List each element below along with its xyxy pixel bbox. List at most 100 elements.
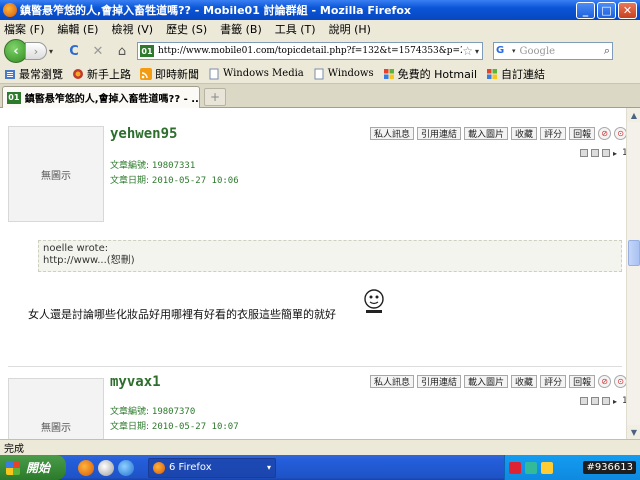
firefox-quicklaunch-icon[interactable] <box>78 459 94 476</box>
firefox-icon <box>153 461 165 474</box>
quote-link-button[interactable]: 引用連結 <box>417 127 462 140</box>
meta-value: 2010-05-27 10:06 <box>151 176 239 186</box>
minimize-button[interactable]: _ <box>576 1 595 19</box>
scroll-thumb[interactable] <box>628 240 640 266</box>
status-bar: 完成 <box>0 439 640 455</box>
bookmarks-toolbar: 最常瀏覽 新手上路 即時新聞 Windows Media Windows 免費的… <box>0 64 640 84</box>
scroll-down-icon[interactable]: ▼ <box>627 425 640 439</box>
url-dropdown-icon[interactable]: ▾ <box>475 47 479 56</box>
arrow-right-icon: ▸ <box>613 148 618 158</box>
site-favicon-icon: 01 <box>140 45 154 57</box>
tab-label: 鎮暋悬笮悠的人,會掉入畜牲道嗎?? - ... <box>24 94 199 105</box>
firefox-icon <box>3 3 17 17</box>
post-action-bar: 私人訊息 引用連結 載入圖片 收藏 評分 回報 ⊘ ⊙ <box>370 127 626 140</box>
network-tray-icon[interactable] <box>525 461 537 474</box>
search-engine-dropdown-icon[interactable]: ▾ <box>512 47 516 55</box>
menu-tools[interactable]: 工具 (T) <box>275 21 316 37</box>
report-button[interactable]: 回報 <box>569 127 596 140</box>
quote-link-button[interactable]: 引用連結 <box>417 375 462 388</box>
reload-icon[interactable]: C <box>65 42 83 60</box>
meta-label: 文章日期: <box>110 422 150 432</box>
private-message-button[interactable]: 私人訊息 <box>370 127 415 140</box>
mini-square-icon[interactable] <box>602 149 610 157</box>
security-tray-icon[interactable] <box>509 461 521 474</box>
stop-icon[interactable]: ✕ <box>89 42 107 60</box>
rss-icon <box>140 67 152 80</box>
block-icon[interactable]: ⊘ <box>598 127 612 140</box>
menu-bookmarks[interactable]: 書籤 (B) <box>220 21 262 37</box>
window-controls: _ □ ✕ <box>576 1 637 19</box>
page-icon <box>314 68 324 79</box>
mini-square-icon[interactable] <box>580 149 588 157</box>
post-username[interactable]: myvax1 <box>110 374 161 390</box>
start-button[interactable]: 開始 <box>0 455 66 480</box>
close-button[interactable]: ✕ <box>618 1 637 19</box>
load-images-button[interactable]: 載入圖片 <box>464 375 509 388</box>
menu-edit[interactable]: 編輯 (E) <box>57 21 98 37</box>
meta-label: 文章日期: <box>110 176 150 186</box>
meta-label: 文章編號: <box>110 407 150 417</box>
post-date: 文章日期: 2010-05-27 10:06 <box>110 173 239 186</box>
new-tab-button[interactable]: + <box>204 88 226 106</box>
menu-file[interactable]: 檔案 (F) <box>4 21 44 37</box>
tab-bar: 01 鎮暋悬笮悠的人,會掉入畜牲道嗎?? - ... + <box>0 84 640 108</box>
search-placeholder[interactable]: Google <box>520 46 604 57</box>
home-icon[interactable]: ⌂ <box>113 42 131 60</box>
taskbar-firefox-group[interactable]: 6 Firefox ▾ <box>148 457 276 478</box>
url-text[interactable]: http://www.mobile01.com/topicdetail.php?… <box>158 46 462 56</box>
tab-active[interactable]: 01 鎮暋悬笮悠的人,會掉入畜牲道嗎?? - ... <box>2 86 200 108</box>
post-article-number: 文章編號: 19807331 <box>110 158 195 171</box>
favorite-button[interactable]: 收藏 <box>511 375 538 388</box>
favorite-button[interactable]: 收藏 <box>511 127 538 140</box>
mini-square-icon[interactable] <box>580 397 588 405</box>
search-box[interactable]: G ▾ Google ⌕ <box>493 42 613 60</box>
post-username[interactable]: yehwen95 <box>110 126 177 142</box>
bookmark-windows-media[interactable]: Windows Media <box>208 68 304 80</box>
vertical-scrollbar[interactable]: ▲ ▼ <box>626 108 640 439</box>
quote-block: noelle wrote: http://www...(恕刪) <box>38 240 622 272</box>
forward-button[interactable]: › <box>25 42 47 60</box>
bookmark-windows[interactable]: Windows <box>313 68 374 80</box>
bookmark-latest-headlines[interactable]: 即時新聞 <box>140 66 199 82</box>
private-message-button[interactable]: 私人訊息 <box>370 375 415 388</box>
start-label: 開始 <box>26 461 51 475</box>
maximize-button[interactable]: □ <box>597 1 616 19</box>
bookmark-hotmail[interactable]: 免費的 Hotmail <box>383 66 477 82</box>
post-divider <box>8 366 622 367</box>
menu-view[interactable]: 檢視 (V) <box>111 21 153 37</box>
rate-button[interactable]: 評分 <box>540 375 567 388</box>
mini-square-icon[interactable] <box>591 397 599 405</box>
menu-history[interactable]: 歷史 (S) <box>166 21 207 37</box>
post-action-bar: 私人訊息 引用連結 載入圖片 收藏 評分 回報 ⊘ ⊙ <box>370 375 626 388</box>
google-icon[interactable]: G <box>496 45 510 57</box>
bookmark-most-visited[interactable]: 最常瀏覽 <box>4 66 63 82</box>
bookmark-customize-links[interactable]: 自訂連結 <box>486 66 545 82</box>
meta-label: 文章編號: <box>110 161 150 171</box>
menu-help[interactable]: 說明 (H) <box>329 21 371 37</box>
history-dropdown-icon[interactable]: ▾ <box>49 47 59 56</box>
rate-button[interactable]: 評分 <box>540 127 567 140</box>
quote-author: noelle wrote: <box>43 243 109 254</box>
url-bar[interactable]: 01 http://www.mobile01.com/topicdetail.p… <box>137 42 483 60</box>
bookmark-label: Windows Media <box>223 68 304 79</box>
report-button[interactable]: 回報 <box>569 375 596 388</box>
mini-square-icon[interactable] <box>602 397 610 405</box>
block-icon[interactable]: ⊘ <box>598 375 612 388</box>
mini-square-icon[interactable] <box>591 149 599 157</box>
quote-text: http://www...(恕刪) <box>43 255 135 266</box>
windows-flag-icon <box>383 68 394 79</box>
status-text: 完成 <box>4 444 24 455</box>
media-quicklaunch-icon[interactable] <box>98 459 114 476</box>
windows-logo-icon <box>6 460 20 475</box>
bookmark-star-icon[interactable]: ☆ <box>462 44 473 58</box>
target-icon[interactable]: ⊙ <box>614 127 626 140</box>
load-images-button[interactable]: 載入圖片 <box>464 127 509 140</box>
ie-quicklaunch-icon[interactable] <box>118 459 134 476</box>
page-icon <box>209 68 219 79</box>
bookmark-getting-started[interactable]: 新手上路 <box>72 66 131 82</box>
scroll-up-icon[interactable]: ▲ <box>627 108 640 122</box>
search-icon[interactable]: ⌕ <box>604 44 610 58</box>
bookmark-label: 新手上路 <box>87 67 131 81</box>
volume-tray-icon[interactable] <box>541 461 553 474</box>
target-icon[interactable]: ⊙ <box>614 375 626 388</box>
